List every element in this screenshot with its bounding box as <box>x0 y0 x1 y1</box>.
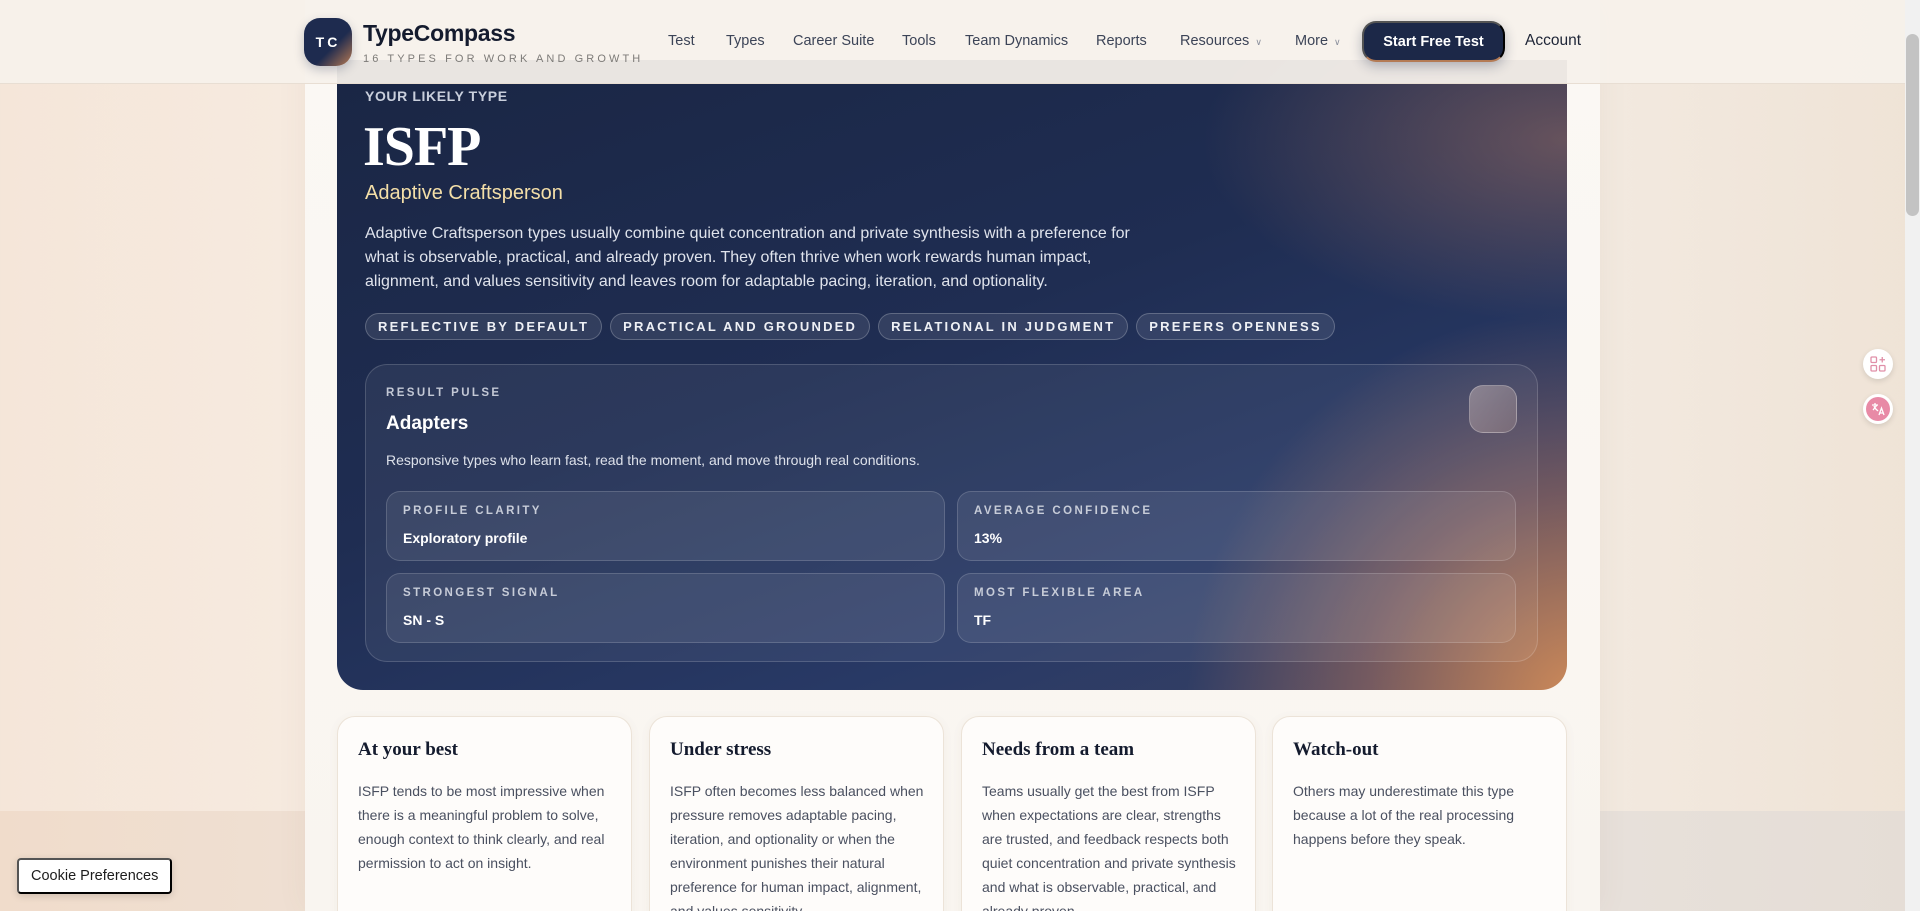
nav-label: Reports <box>1096 33 1147 49</box>
card-title: Watch-out <box>1293 739 1379 760</box>
card-text: Teams usually get the best from ISFP whe… <box>982 783 1236 911</box>
pulse-badge <box>1469 385 1517 433</box>
nav-label: Career Suite <box>793 33 875 49</box>
stat-value: SN - S <box>403 612 445 628</box>
widget-grid-icon[interactable] <box>1863 349 1893 379</box>
result-pulse-card: RESULT PULSE Adapters Responsive types w… <box>365 364 1538 662</box>
nav-team-dynamics[interactable]: Team Dynamics <box>965 33 1068 49</box>
translate-widget[interactable] <box>1863 394 1893 424</box>
card-text: ISFP often becomes less balanced when pr… <box>670 783 924 911</box>
nav-test[interactable]: Test <box>668 33 695 49</box>
stat-value: Exploratory profile <box>403 530 528 546</box>
stat-profile-clarity: PROFILE CLARITY Exploratory profile <box>386 491 945 561</box>
stat-label: STRONGEST SIGNAL <box>403 587 560 599</box>
page-scrollbar-thumb[interactable] <box>1906 34 1919 216</box>
trait-chip: PRACTICAL AND GROUNDED <box>610 313 871 340</box>
type-result-hero: YOUR LIKELY TYPE ISFP Adaptive Craftsper… <box>337 60 1567 690</box>
nav-reports[interactable]: Reports <box>1096 33 1147 49</box>
pulse-eyebrow: RESULT PULSE <box>386 387 502 399</box>
nav-types[interactable]: Types <box>726 33 765 49</box>
translate-icon <box>1866 397 1890 421</box>
stat-most-flexible-area: MOST FLEXIBLE AREA TF <box>957 573 1516 643</box>
stat-label: MOST FLEXIBLE AREA <box>974 587 1145 599</box>
card-needs-from-team: Needs from a team Teams usually get the … <box>961 716 1256 911</box>
chevron-down-icon: ∨ <box>1255 37 1262 47</box>
start-free-test-button[interactable]: Start Free Test <box>1362 21 1505 62</box>
nav-career-suite[interactable]: Career Suite <box>793 33 874 49</box>
stat-average-confidence: AVERAGE CONFIDENCE 13% <box>957 491 1516 561</box>
stat-strongest-signal: STRONGEST SIGNAL SN - S <box>386 573 945 643</box>
nav-label: Resources <box>1180 33 1250 49</box>
nav-tools[interactable]: Tools <box>902 33 936 49</box>
nav-more[interactable]: More ∨ <box>1295 33 1341 49</box>
nav-label: Tools <box>902 33 936 49</box>
site-header: TC TypeCompass 16 Types for Work and Gro… <box>0 0 1905 84</box>
pulse-title: Adapters <box>386 413 469 434</box>
type-name: Adaptive Craftsperson <box>365 182 563 204</box>
stat-label: AVERAGE CONFIDENCE <box>974 505 1153 517</box>
card-title: Needs from a team <box>982 739 1135 760</box>
nav-label: Test <box>668 33 695 49</box>
trait-chip: RELATIONAL IN JUDGMENT <box>878 313 1129 340</box>
card-at-your-best: At your best ISFP tends to be most impre… <box>337 716 632 911</box>
stat-label: PROFILE CLARITY <box>403 505 542 517</box>
hero-eyebrow: YOUR LIKELY TYPE <box>365 88 508 104</box>
brand-tagline: 16 Types for Work and Growth <box>363 53 644 65</box>
nav-resources[interactable]: Resources ∨ <box>1180 33 1262 49</box>
trait-chip: PREFERS OPENNESS <box>1136 313 1335 340</box>
pulse-description: Responsive types who learn fast, read th… <box>386 452 920 468</box>
nav-label: More <box>1295 33 1329 49</box>
card-text: Others may underestimate this type becau… <box>1293 783 1515 847</box>
brand-name[interactable]: TypeCompass <box>363 20 516 47</box>
account-link[interactable]: Account <box>1525 32 1581 50</box>
type-description: Adaptive Craftsperson types usually comb… <box>365 225 1130 290</box>
card-under-stress: Under stress ISFP often becomes less bal… <box>649 716 944 911</box>
cookie-preferences-button[interactable]: Cookie Preferences <box>17 858 173 894</box>
card-title: Under stress <box>670 739 772 760</box>
nav-label: Types <box>726 33 765 49</box>
card-title: At your best <box>358 739 458 760</box>
stat-value: TF <box>974 612 992 628</box>
type-code: ISFP <box>363 116 481 178</box>
card-watch-out: Watch-out Others may underestimate this … <box>1272 716 1567 911</box>
chevron-down-icon: ∨ <box>1334 37 1341 47</box>
trait-chip: REFLECTIVE BY DEFAULT <box>365 313 603 340</box>
trait-chips: REFLECTIVE BY DEFAULT PRACTICAL AND GROU… <box>365 313 1335 340</box>
logo-mark[interactable]: TC <box>304 18 352 66</box>
card-text: ISFP tends to be most impressive when th… <box>358 783 605 871</box>
grid-add-icon <box>1870 356 1886 372</box>
nav-label: Team Dynamics <box>965 33 1069 49</box>
stat-value: 13% <box>974 530 1003 546</box>
